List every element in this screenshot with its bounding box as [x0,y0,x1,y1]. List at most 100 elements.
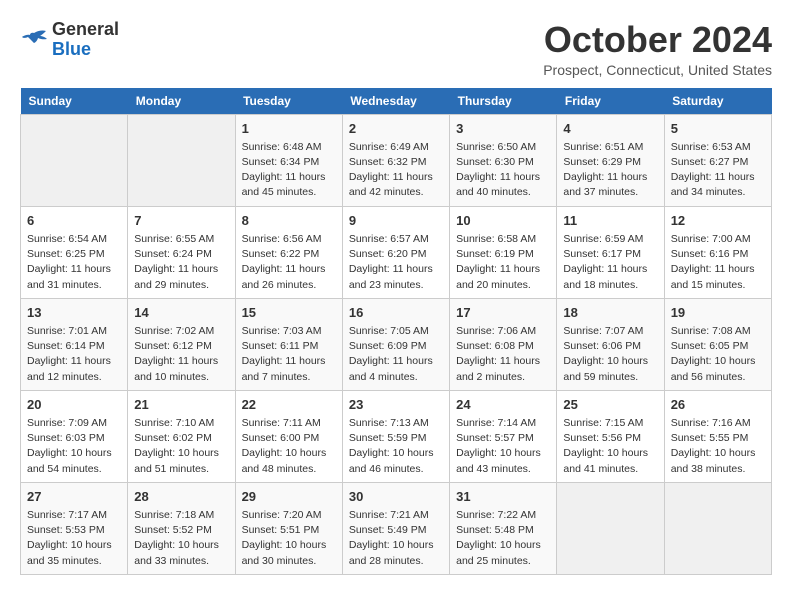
calendar-cell: 28Sunrise: 7:18 AM Sunset: 5:52 PM Dayli… [128,482,235,574]
day-info: Sunrise: 7:07 AM Sunset: 6:06 PM Dayligh… [563,324,657,385]
calendar-cell [21,114,128,206]
day-info: Sunrise: 7:08 AM Sunset: 6:05 PM Dayligh… [671,324,765,385]
weekday-header-monday: Monday [128,88,235,115]
calendar-cell [557,482,664,574]
calendar-cell: 5Sunrise: 6:53 AM Sunset: 6:27 PM Daylig… [664,114,771,206]
day-number: 13 [27,304,121,322]
logo-bird-icon [20,29,48,51]
day-info: Sunrise: 7:17 AM Sunset: 5:53 PM Dayligh… [27,508,121,569]
calendar-cell: 24 Sunrise: 7:14 AM Sunset: 5:57 PM Dayli… [450,390,557,482]
day-info: Sunrise: 6:58 AM Sunset: 6:19 PM Dayligh… [456,232,550,293]
calendar-cell: 19 Sunrise: 7:08 AM Sunset: 6:05 PM Dayli… [664,298,771,390]
day-info: Sunrise: 7:05 AM Sunset: 6:09 PM Dayligh… [349,324,443,385]
day-number: 24 [456,396,550,414]
calendar-cell: 1 Sunrise: 6:48 AM Sunset: 6:34 PM Daylig… [235,114,342,206]
calendar-cell: 7 Sunrise: 6:55 AM Sunset: 6:24 PM Daylig… [128,206,235,298]
day-info: Sunrise: 7:09 AM Sunset: 6:03 PM Dayligh… [27,416,121,477]
calendar-cell: 14 Sunrise: 7:02 AM Sunset: 6:12 PM Dayli… [128,298,235,390]
day-info: Sunrise: 7:13 AM Sunset: 5:59 PM Dayligh… [349,416,443,477]
calendar-cell: 12Sunrise: 7:00 AM Sunset: 6:16 PM Dayli… [664,206,771,298]
calendar-cell [128,114,235,206]
calendar-cell: 6 Sunrise: 6:54 AM Sunset: 6:25 PM Daylig… [21,206,128,298]
logo-text: General Blue [52,20,119,60]
calendar-table: SundayMondayTuesdayWednesdayThursdayFrid… [20,88,772,575]
calendar-cell: 13Sunrise: 7:01 AM Sunset: 6:14 PM Dayli… [21,298,128,390]
calendar-cell [664,482,771,574]
day-number: 19 [671,304,765,322]
day-number: 10 [456,212,550,230]
calendar-cell: 8 Sunrise: 6:56 AM Sunset: 6:22 PM Daylig… [235,206,342,298]
day-info: Sunrise: 6:51 AM Sunset: 6:29 PM Dayligh… [563,140,657,201]
day-number: 23 [349,396,443,414]
day-info: Sunrise: 7:16 AM Sunset: 5:55 PM Dayligh… [671,416,765,477]
day-number: 2 [349,120,443,138]
weekday-header-saturday: Saturday [664,88,771,115]
location-text: Prospect, Connecticut, United States [543,62,772,78]
calendar-cell: 26 Sunrise: 7:16 AM Sunset: 5:55 PM Dayli… [664,390,771,482]
day-info: Sunrise: 6:49 AM Sunset: 6:32 PM Dayligh… [349,140,443,201]
day-number: 1 [242,120,336,138]
day-info: Sunrise: 6:53 AM Sunset: 6:27 PM Dayligh… [671,140,765,201]
day-info: Sunrise: 7:03 AM Sunset: 6:11 PM Dayligh… [242,324,336,385]
page-header: General Blue October 2024 Prospect, Conn… [20,20,772,78]
calendar-cell: 10 Sunrise: 6:58 AM Sunset: 6:19 PM Dayli… [450,206,557,298]
calendar-cell: 2 Sunrise: 6:49 AM Sunset: 6:32 PM Daylig… [342,114,449,206]
calendar-cell: 21 Sunrise: 7:10 AM Sunset: 6:02 PM Dayli… [128,390,235,482]
day-number: 25 [563,396,657,414]
weekday-header-row: SundayMondayTuesdayWednesdayThursdayFrid… [21,88,772,115]
day-number: 20 [27,396,121,414]
calendar-cell: 25 Sunrise: 7:15 AM Sunset: 5:56 PM Dayli… [557,390,664,482]
title-block: October 2024 Prospect, Connecticut, Unit… [543,20,772,78]
weekday-header-thursday: Thursday [450,88,557,115]
day-info: Sunrise: 7:15 AM Sunset: 5:56 PM Dayligh… [563,416,657,477]
day-number: 22 [242,396,336,414]
day-info: Sunrise: 7:10 AM Sunset: 6:02 PM Dayligh… [134,416,228,477]
day-info: Sunrise: 6:54 AM Sunset: 6:25 PM Dayligh… [27,232,121,293]
day-number: 31 [456,488,550,506]
day-info: Sunrise: 6:48 AM Sunset: 6:34 PM Dayligh… [242,140,336,201]
day-info: Sunrise: 7:11 AM Sunset: 6:00 PM Dayligh… [242,416,336,477]
day-number: 14 [134,304,228,322]
day-info: Sunrise: 6:55 AM Sunset: 6:24 PM Dayligh… [134,232,228,293]
calendar-cell: 20 Sunrise: 7:09 AM Sunset: 6:03 PM Dayli… [21,390,128,482]
weekday-header-tuesday: Tuesday [235,88,342,115]
day-info: Sunrise: 7:02 AM Sunset: 6:12 PM Dayligh… [134,324,228,385]
day-info: Sunrise: 6:50 AM Sunset: 6:30 PM Dayligh… [456,140,550,201]
day-number: 7 [134,212,228,230]
weekday-header-friday: Friday [557,88,664,115]
day-info: Sunrise: 7:14 AM Sunset: 5:57 PM Dayligh… [456,416,550,477]
calendar-week-row: 1 Sunrise: 6:48 AM Sunset: 6:34 PM Daylig… [21,114,772,206]
calendar-week-row: 6 Sunrise: 6:54 AM Sunset: 6:25 PM Daylig… [21,206,772,298]
day-number: 15 [242,304,336,322]
calendar-cell: 15 Sunrise: 7:03 AM Sunset: 6:11 PM Dayli… [235,298,342,390]
calendar-cell: 9 Sunrise: 6:57 AM Sunset: 6:20 PM Daylig… [342,206,449,298]
day-number: 9 [349,212,443,230]
calendar-cell: 30Sunrise: 7:21 AM Sunset: 5:49 PM Dayli… [342,482,449,574]
day-number: 27 [27,488,121,506]
day-info: Sunrise: 6:57 AM Sunset: 6:20 PM Dayligh… [349,232,443,293]
day-number: 6 [27,212,121,230]
calendar-cell: 31Sunrise: 7:22 AM Sunset: 5:48 PM Dayli… [450,482,557,574]
calendar-week-row: 20 Sunrise: 7:09 AM Sunset: 6:03 PM Dayli… [21,390,772,482]
day-info: Sunrise: 7:21 AM Sunset: 5:49 PM Dayligh… [349,508,443,569]
day-info: Sunrise: 6:59 AM Sunset: 6:17 PM Dayligh… [563,232,657,293]
day-number: 16 [349,304,443,322]
day-number: 21 [134,396,228,414]
calendar-cell: 11 Sunrise: 6:59 AM Sunset: 6:17 PM Dayli… [557,206,664,298]
day-info: Sunrise: 7:06 AM Sunset: 6:08 PM Dayligh… [456,324,550,385]
day-info: Sunrise: 6:56 AM Sunset: 6:22 PM Dayligh… [242,232,336,293]
day-info: Sunrise: 7:20 AM Sunset: 5:51 PM Dayligh… [242,508,336,569]
day-number: 18 [563,304,657,322]
day-number: 29 [242,488,336,506]
calendar-cell: 23 Sunrise: 7:13 AM Sunset: 5:59 PM Dayli… [342,390,449,482]
calendar-cell: 29 Sunrise: 7:20 AM Sunset: 5:51 PM Dayli… [235,482,342,574]
calendar-week-row: 13Sunrise: 7:01 AM Sunset: 6:14 PM Dayli… [21,298,772,390]
logo: General Blue [20,20,119,60]
calendar-cell: 18 Sunrise: 7:07 AM Sunset: 6:06 PM Dayli… [557,298,664,390]
calendar-cell: 22 Sunrise: 7:11 AM Sunset: 6:00 PM Dayli… [235,390,342,482]
day-number: 11 [563,212,657,230]
calendar-cell: 16 Sunrise: 7:05 AM Sunset: 6:09 PM Dayli… [342,298,449,390]
day-info: Sunrise: 7:18 AM Sunset: 5:52 PM Dayligh… [134,508,228,569]
day-number: 26 [671,396,765,414]
day-number: 8 [242,212,336,230]
